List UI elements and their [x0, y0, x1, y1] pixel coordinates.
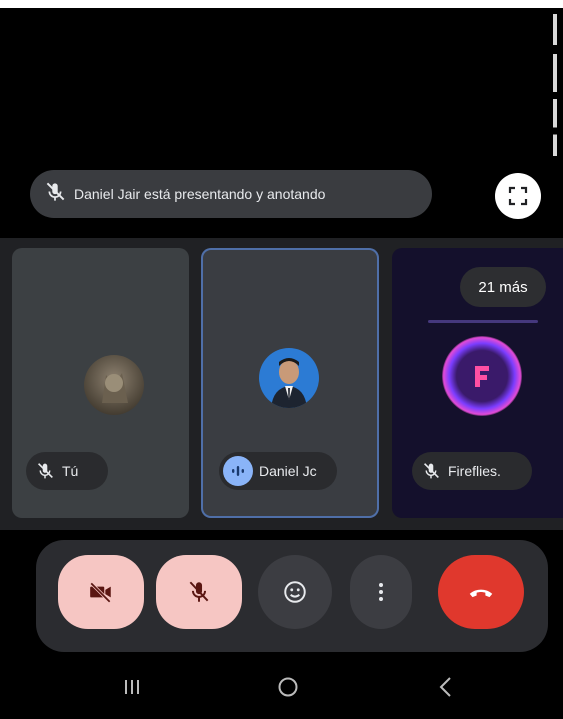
mic-off-icon [34, 460, 56, 482]
participant-tile-you[interactable]: Tú [12, 248, 189, 518]
participant-name: Fireflies. [448, 463, 501, 479]
avatar [84, 355, 144, 415]
reactions-button[interactable] [258, 555, 332, 629]
call-controls [36, 540, 548, 652]
end-call-icon [469, 589, 493, 598]
scroll-indicator [553, 14, 557, 156]
participant-name: Daniel Jc [259, 463, 317, 479]
recents-icon [125, 680, 139, 694]
end-call-button[interactable] [438, 555, 524, 629]
camera-off-icon [90, 582, 111, 603]
participant-name-pill: Tú [26, 452, 108, 490]
status-bar [0, 0, 563, 8]
participant-name: Tú [62, 463, 79, 479]
system-navigation-bar [0, 655, 563, 719]
shared-screen-thumbnail [428, 320, 538, 323]
participant-name-pill: Daniel Jc [219, 452, 337, 490]
mic-off-icon [189, 581, 209, 602]
more-vert-icon [379, 583, 383, 601]
more-options-button[interactable] [350, 555, 412, 629]
presenting-banner: Daniel Jair está presentando y anotando [30, 170, 432, 218]
home-button[interactable] [258, 665, 318, 709]
fireflies-logo [442, 336, 522, 416]
fullscreen-icon [508, 186, 528, 206]
more-participants-button[interactable]: 21 más [460, 267, 546, 307]
recents-button[interactable] [102, 665, 162, 709]
participant-name-pill: Fireflies. [412, 452, 532, 490]
presenting-text: Daniel Jair está presentando y anotando [74, 186, 326, 202]
mic-off-icon [420, 460, 442, 482]
back-icon [439, 677, 451, 697]
avatar [259, 348, 319, 408]
home-icon [278, 677, 298, 697]
mic-toggle-button[interactable] [156, 555, 242, 629]
emoji-icon [284, 581, 306, 603]
back-button[interactable] [416, 665, 476, 709]
mic-off-icon [42, 179, 68, 210]
fullscreen-button[interactable] [495, 173, 541, 219]
speaking-indicator-icon [223, 456, 253, 486]
camera-toggle-button[interactable] [58, 555, 144, 629]
participant-tile-daniel[interactable]: Daniel Jc [201, 248, 379, 518]
